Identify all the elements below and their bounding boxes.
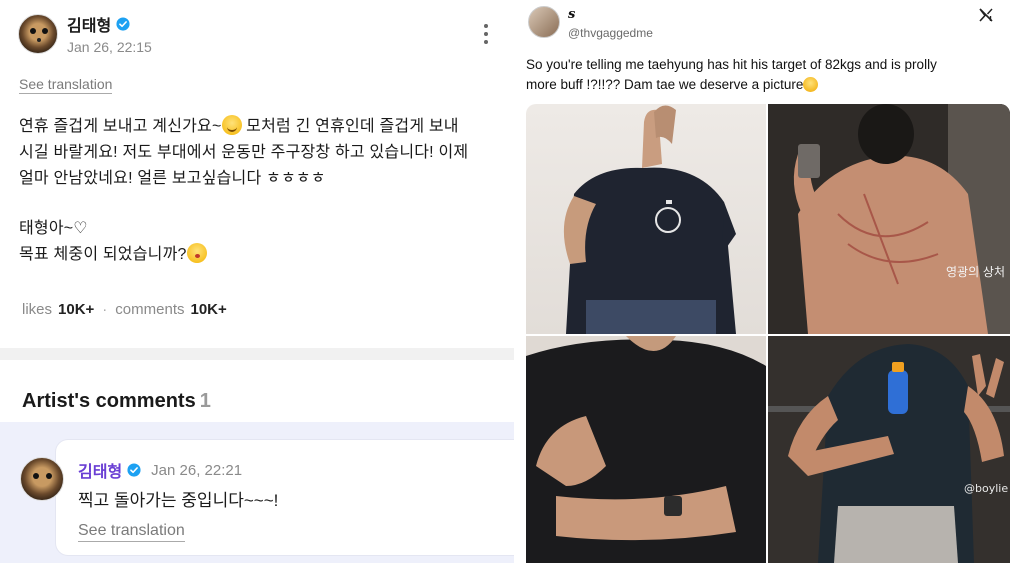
tweet-photo-3[interactable]	[526, 336, 766, 563]
photo-2-overlay-text: 영광의 상처	[946, 265, 1005, 279]
kissing-face-emoji-icon	[186, 243, 207, 263]
section-divider	[0, 348, 514, 360]
tweet-display-name[interactable]: s	[568, 7, 575, 22]
relieved-face-emoji-icon	[221, 115, 242, 135]
artist-comments-title: Artist's comments	[22, 390, 196, 412]
comment-author-avatar[interactable]	[20, 457, 64, 501]
likes-count[interactable]: 10K+	[58, 301, 94, 318]
artist-comment-card[interactable]: 김태형 Jan 26, 22:21 찍고 돌아가는 중입니다~~~! See t…	[56, 440, 514, 555]
photo-1-figure	[563, 105, 736, 334]
post-date: Jan 26, 22:15	[67, 39, 152, 55]
tweet-avatar[interactable]	[528, 6, 560, 38]
artist-comments-heading: Artist's comments 1	[22, 390, 211, 413]
tweet-photo-4[interactable]: @boylie	[768, 336, 1010, 563]
comment-see-translation-link[interactable]: See translation	[78, 522, 185, 542]
post-text-line: 목표 체중이 되었습니까?	[19, 246, 187, 263]
likes-label: likes	[22, 301, 53, 318]
see-translation-link[interactable]: See translation	[19, 76, 113, 94]
stats-separator: ·	[102, 301, 108, 318]
comments-count[interactable]: 10K+	[190, 301, 226, 318]
comment-date: Jan 26, 22:21	[151, 461, 243, 479]
comment-header: 김태형 Jan 26, 22:21	[78, 458, 242, 482]
x-logo-icon[interactable]	[978, 7, 994, 23]
verified-badge-icon	[127, 463, 141, 477]
post-text-line: 얼마 안남았네요! 얼른 보고싶습니다 ㅎㅎㅎㅎ	[19, 170, 326, 187]
post-text-line: 연휴 즐겁게 보내고 계신가요~	[19, 118, 222, 135]
post-header: 김태형 Jan 26, 22:15	[18, 12, 152, 55]
photo-4-watermark: @boylie	[964, 482, 1008, 495]
tweet-photo-1[interactable]	[526, 104, 766, 334]
photo-2-figure: 영광의 상처	[768, 104, 1010, 334]
post-text-line: 시길 바랄게요! 저도 부대에서 운동만 주구장창 하고 있습니다! 이제	[19, 144, 469, 161]
post-paragraph-2: 태형아~♡ 목표 체중이 되었습니까?	[19, 216, 499, 268]
comment-text: 찍고 돌아가는 중입니다~~~!	[78, 491, 279, 510]
post-text-line: 모처럼 긴 연휴인데 즐겁게 보내	[241, 118, 459, 135]
verified-badge-icon	[116, 17, 130, 31]
left-post-panel: 김태형 Jan 26, 22:15 See translation 연휴 즐겁게…	[0, 0, 514, 563]
tweet-panel: s @thvgaggedme So you're telling me taeh…	[526, 0, 1024, 563]
tweet-text-line: So you're telling me taehyung has hit hi…	[526, 57, 937, 72]
photo-3-figure	[526, 336, 766, 563]
author-avatar[interactable]	[18, 13, 58, 54]
tweet-photo-grid: 영광의 상처 @boylie	[526, 104, 1010, 563]
post-text-line: 태형아~♡	[19, 220, 88, 237]
tweet-photo-2[interactable]: 영광의 상처	[768, 104, 1010, 334]
post-stats: likes 10K+ · comments 10K+	[22, 301, 227, 318]
author-name[interactable]: 김태형	[67, 12, 111, 36]
post-body: 연휴 즐겁게 보내고 계신가요~ 모처럼 긴 연휴인데 즐겁게 보내 시길 바랄…	[19, 114, 499, 292]
artist-comments-count: 1	[199, 390, 211, 412]
panel-gap	[514, 0, 526, 563]
tweet-text: So you're telling me taehyung has hit hi…	[526, 55, 1006, 95]
tired-face-emoji-icon	[803, 77, 819, 92]
author-name-row: 김태형	[67, 12, 152, 36]
more-options-icon[interactable]	[483, 24, 489, 48]
author-info: 김태형 Jan 26, 22:15	[67, 12, 152, 55]
tweet-handle[interactable]: @thvgaggedme	[568, 26, 653, 40]
tweet-text-line: more buff !?!!?? Dam tae we deserve a pi…	[526, 77, 804, 92]
photo-4-figure: @boylie	[768, 336, 1010, 563]
comment-author[interactable]: 김태형	[78, 458, 122, 482]
comments-label: comments	[115, 301, 185, 318]
post-paragraph-1: 연휴 즐겁게 보내고 계신가요~ 모처럼 긴 연휴인데 즐겁게 보내 시길 바랄…	[19, 114, 499, 192]
